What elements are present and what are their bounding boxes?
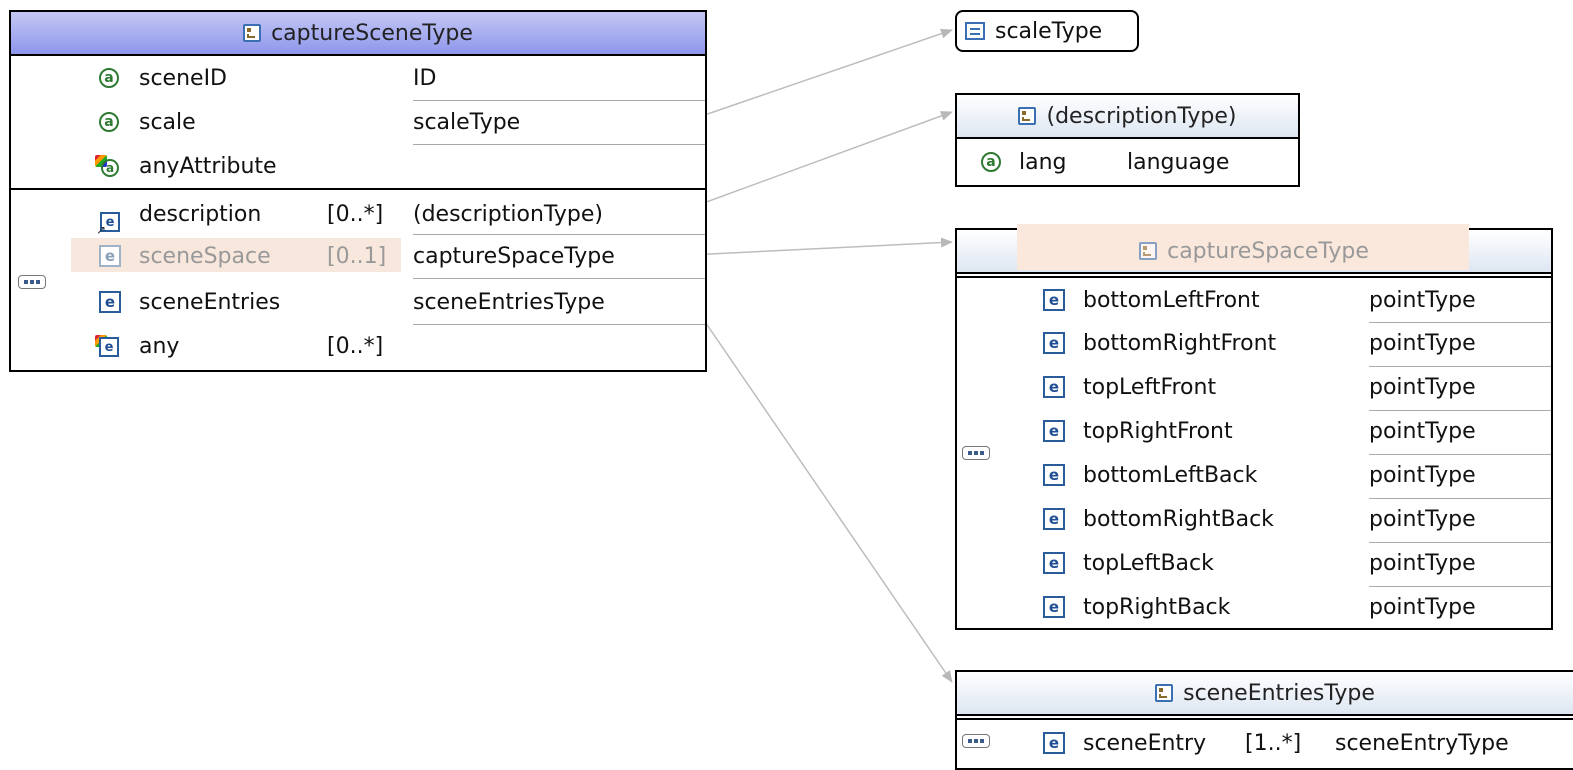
attribute-row-scene-id[interactable]: a sceneID ID [11,56,705,100]
description-type-header[interactable]: (descriptionType) [957,95,1298,139]
element-name: bottomRightFront [1083,330,1277,356]
element-ref-icon: e ↗ [96,212,120,236]
element-type: pointType [1369,550,1476,576]
sequence-compositor-icon[interactable] [962,734,990,748]
simple-type-icon [965,22,985,40]
complex-type-icon [1155,684,1174,702]
element-type: captureSpaceType [413,243,615,269]
capture-scene-type-box[interactable]: captureSceneType a sceneID ID a scale sc… [9,10,707,372]
element-cardinality: [0..*] [327,201,384,227]
element-type: pointType [1369,462,1476,488]
element-name: any [139,333,180,359]
element-name: sceneSpace [139,243,271,269]
scale-type-box[interactable]: scaleType [955,10,1139,52]
element-name: topRightBack [1083,594,1231,620]
capture-space-type-box[interactable]: captureSpaceType e bottomLeftFront point… [955,224,1553,630]
element-type: pointType [1369,374,1476,400]
scene-entries-type-header[interactable]: sceneEntriesType [957,672,1573,716]
element-type: sceneEntryType [1335,730,1509,756]
element-icon: e [1043,464,1065,486]
element-row[interactable]: e topLeftBack pointType [957,541,1551,585]
element-row[interactable]: e bottomLeftFront pointType [957,278,1551,322]
attribute-name: anyAttribute [139,153,277,179]
element-type: pointType [1369,506,1476,532]
capture-scene-type-header[interactable]: captureSceneType [11,12,705,56]
element-name: topLeftFront [1083,374,1217,400]
element-row[interactable]: e bottomRightBack pointType [957,497,1551,541]
element-cardinality: [0..1] [327,243,387,269]
element-row[interactable]: e topRightFront pointType [957,409,1551,453]
scene-entries-type-title: sceneEntriesType [1183,680,1375,706]
element-row-scene-space[interactable]: e sceneSpace [0..1] captureSpaceType [11,234,705,278]
element-icon: e [1043,508,1065,530]
element-name: description [139,201,262,227]
element-name: bottomRightBack [1083,506,1274,532]
element-row[interactable]: e bottomRightFront pointType [957,321,1551,365]
attribute-icon: a [99,112,119,132]
attribute-name: scale [139,109,196,135]
element-row-any[interactable]: e any [0..*] [11,324,705,368]
element-icon: e [1043,332,1065,354]
element-icon: e [99,245,121,267]
element-icon: e [1043,596,1065,618]
element-row-description[interactable]: e ↗ description [0..*] (descriptionType) [11,192,705,237]
complex-type-icon [1018,107,1037,125]
element-name: sceneEntry [1083,730,1207,756]
element-name: bottomLeftFront [1083,287,1260,313]
attribute-row-scale[interactable]: a scale scaleType [11,100,705,144]
complex-type-icon [243,24,262,42]
capture-space-type-title: captureSpaceType [1167,238,1369,264]
element-row-scene-entries[interactable]: e sceneEntries sceneEntriesType [11,280,705,324]
attribute-type: ID [413,65,437,91]
scene-entries-type-box[interactable]: sceneEntriesType e sceneEntry [1..*] sce… [955,670,1573,770]
element-name: topRightFront [1083,418,1233,444]
element-type: sceneEntriesType [413,289,605,315]
element-cardinality: [1..*] [1245,730,1302,756]
attribute-type: scaleType [413,109,521,135]
attribute-icon: a [981,152,1001,172]
scale-type-title: scaleType [995,18,1103,44]
element-type: (descriptionType) [413,201,604,227]
complex-type-icon [1139,242,1158,260]
capture-space-type-header[interactable]: captureSpaceType [957,224,1551,274]
capture-scene-type-title: captureSceneType [271,20,473,46]
element-name: sceneEntries [139,289,281,315]
element-row-scene-entry[interactable]: e sceneEntry [1..*] sceneEntryType [957,721,1573,765]
element-row[interactable]: e topLeftFront pointType [957,365,1551,409]
element-icon: e [1043,289,1065,311]
element-icon: e [1043,552,1065,574]
element-icon: e [1043,376,1065,398]
element-row[interactable]: e topRightBack pointType [957,585,1551,629]
attribute-name: lang [1019,149,1067,175]
attribute-row-any-attribute[interactable]: a anyAttribute [11,144,705,188]
element-row[interactable]: e bottomLeftBack pointType [957,453,1551,497]
any-element-icon: e [95,335,119,357]
sequence-compositor-icon[interactable] [962,446,990,460]
element-name: topLeftBack [1083,550,1214,576]
attribute-row-lang[interactable]: a lang language [957,139,1298,185]
element-cardinality: [0..*] [327,333,384,359]
element-type: pointType [1369,418,1476,444]
element-name: bottomLeftBack [1083,462,1258,488]
attribute-name: sceneID [139,65,227,91]
description-type-title: (descriptionType) [1046,103,1237,129]
element-icon: e [99,291,121,313]
sequence-compositor-icon[interactable] [18,275,46,289]
attribute-type: language [1127,149,1230,175]
element-type: pointType [1369,594,1476,620]
description-type-box[interactable]: (descriptionType) a lang language [955,93,1300,187]
attribute-icon: a [99,68,119,88]
element-type: pointType [1369,330,1476,356]
element-type: pointType [1369,287,1476,313]
element-icon: e [1043,420,1065,442]
any-attribute-icon: a [95,155,119,177]
element-icon: e [1043,732,1065,754]
